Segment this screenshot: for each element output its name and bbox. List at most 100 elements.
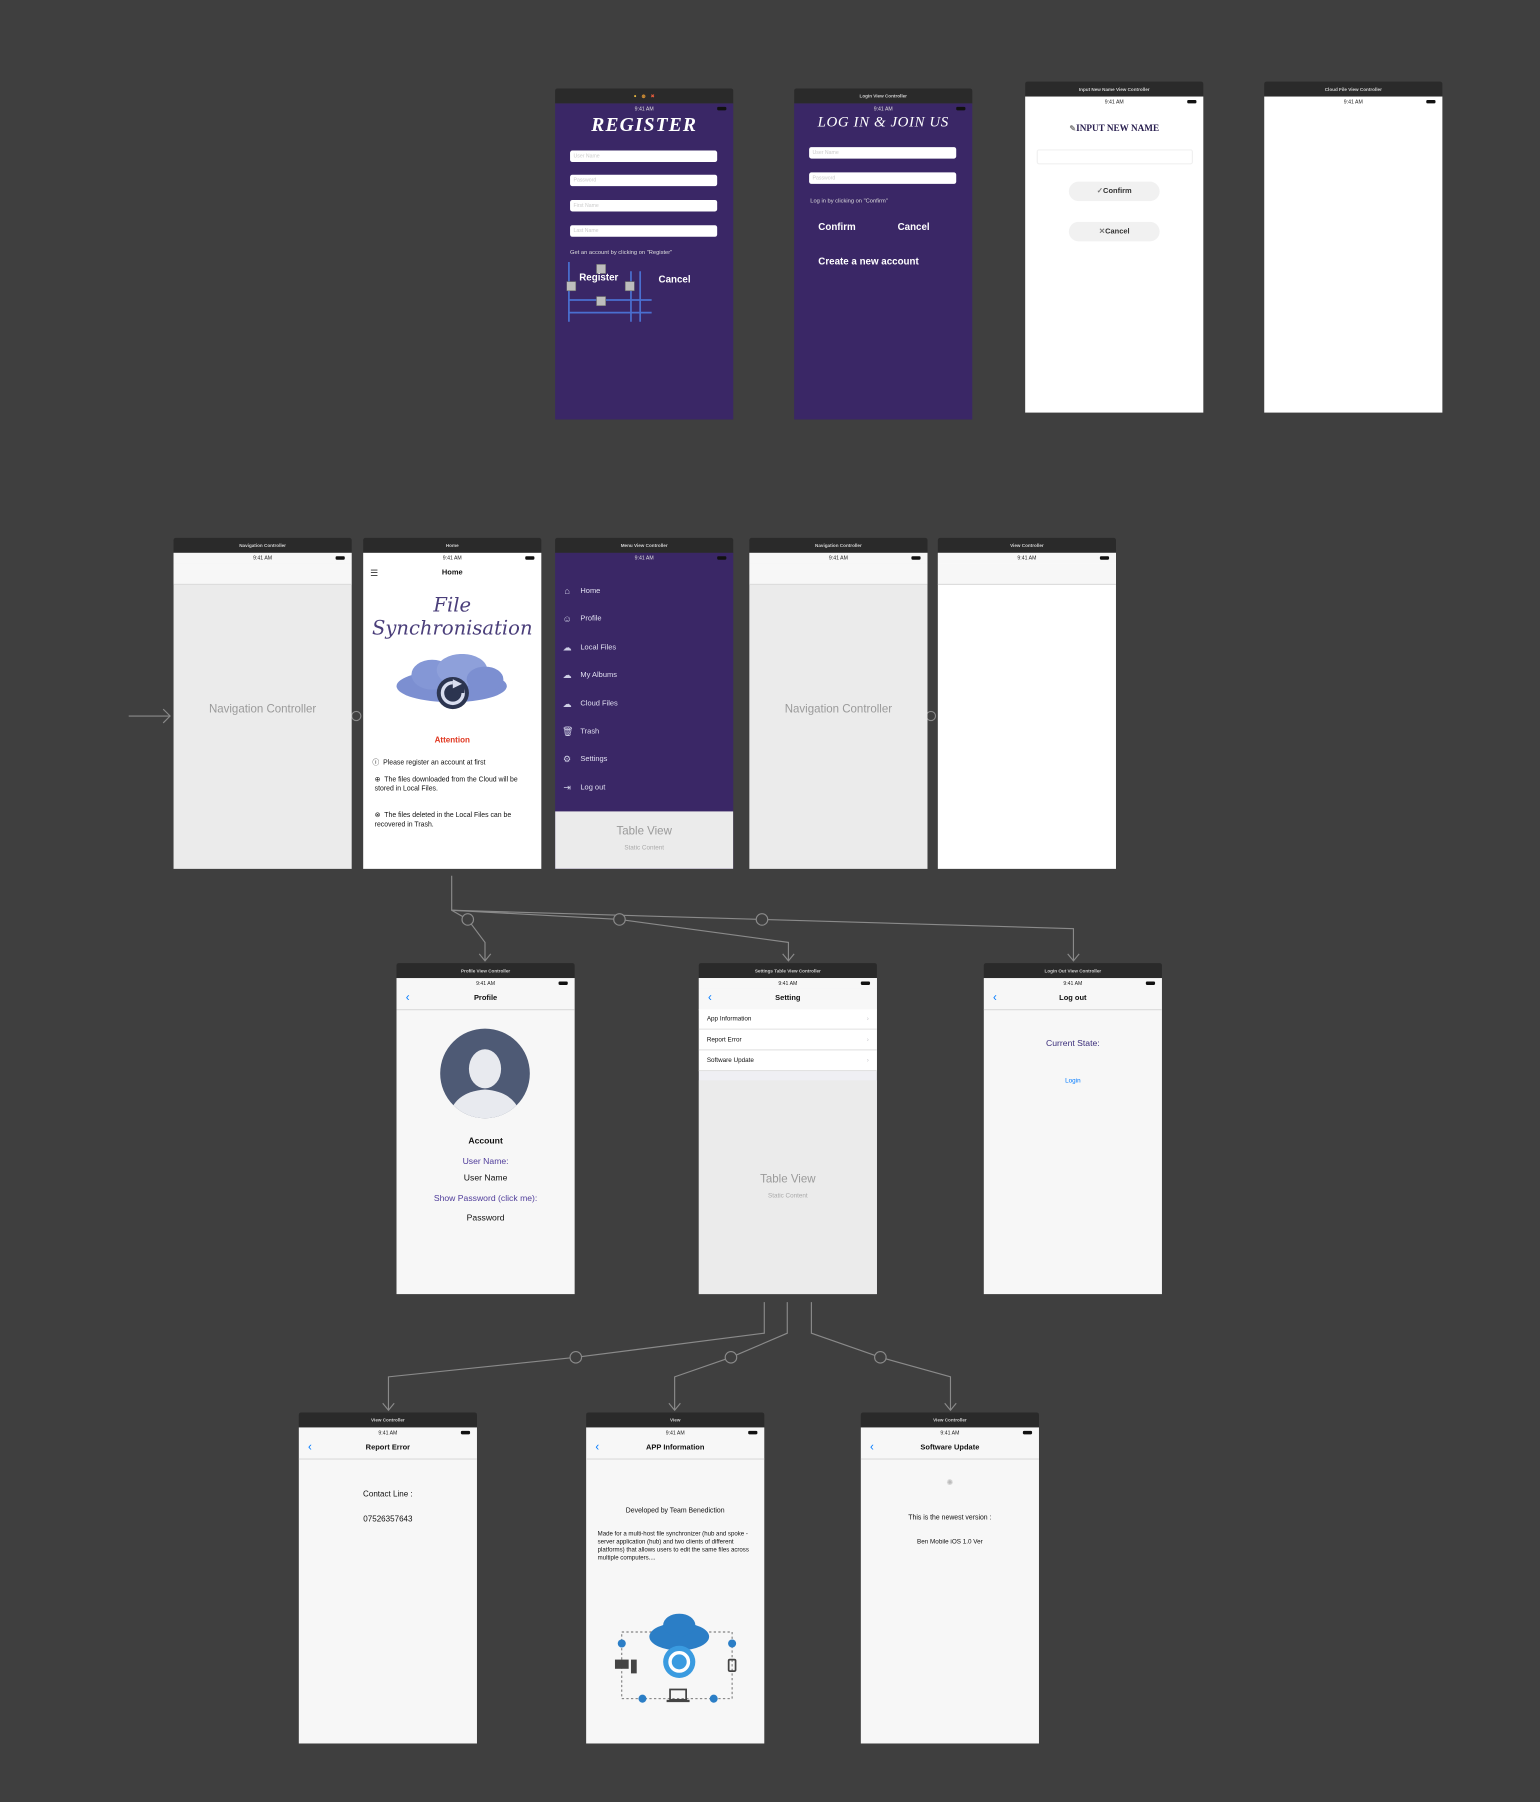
chevron-right-icon: › [866, 1057, 869, 1065]
back-chevron-icon[interactable]: ‹ [870, 1438, 874, 1459]
status-time: 9:41 AM [940, 1429, 960, 1436]
nav-bar [173, 563, 352, 585]
scene-title: View Controller [860, 1412, 1039, 1428]
battery-icon [525, 556, 535, 560]
back-chevron-icon[interactable]: ‹ [308, 1438, 312, 1459]
menu-item-profile[interactable]: ☺ Profile [562, 614, 601, 624]
status-time: 9:41 AM [1017, 555, 1037, 561]
menu-item-settings[interactable]: ⚙ Settings [562, 754, 607, 764]
menu-item-my-albums[interactable]: ☁ My Albums [562, 670, 617, 680]
password-field[interactable]: Password [809, 172, 957, 184]
developer-label: Developed by Team Benediction [625, 1507, 725, 1515]
menu-view-controller[interactable]: Menu View Controller 9:41 AM ⌂ Home ☺ Prof… [555, 537, 734, 869]
confirm-button[interactable]: Confirm [818, 221, 855, 232]
status-time: 9:41 AM [665, 1429, 685, 1436]
profile-screen: 9:41 AM ‹ Profile Account User Name: User… [396, 978, 575, 1295]
segue-icon [461, 913, 475, 926]
current-state-label: Current State: [1046, 1037, 1100, 1049]
new-name-field[interactable] [1036, 149, 1193, 165]
status-time: 9:41 AM [634, 555, 654, 561]
segue-icon [724, 1351, 738, 1364]
settings-row-app-information[interactable]: App Information › [698, 1009, 877, 1030]
menu-item-label: Cloud Files [580, 699, 618, 708]
view-controller-icon: ◍ [641, 93, 646, 99]
battery-icon [1022, 1430, 1033, 1435]
login-view-controller[interactable]: Login View Controller 9:41 AM LOG IN & J… [794, 88, 973, 420]
navigation-controller-2[interactable]: Navigation Controller 9:41 AM Navigation… [749, 537, 928, 869]
status-time: 9:41 AM [442, 555, 462, 561]
row-label: App Information [706, 1015, 752, 1023]
table-view-placeholder: Table View Static Content [698, 1080, 877, 1295]
register-button[interactable]: Register [579, 271, 618, 282]
note-register: Please register an account at first [383, 759, 486, 767]
static-content-label: Static Content [767, 1192, 808, 1200]
table-view-placeholder: Table View Static Content [555, 811, 734, 869]
row-label: Software Update [706, 1057, 754, 1065]
settings-row-software-update[interactable]: Software Update › [698, 1050, 877, 1072]
show-password-button[interactable]: Show Password (click me): [397, 1193, 575, 1203]
static-content-label: Static Content [624, 844, 665, 852]
home-view-controller[interactable]: Home 9:41 AM ☰ Home File Synchronisation … [363, 537, 542, 869]
app-description: Made for a multi-host file synchronizer … [597, 1530, 749, 1562]
battery-icon [956, 106, 966, 111]
nav-controller-label: Navigation Controller [208, 703, 317, 717]
scene-title: Navigation Controller [173, 537, 352, 553]
confirm-button[interactable]: ✓Confirm [1068, 181, 1160, 202]
cancel-button-label: Cancel [1105, 227, 1130, 236]
newest-version-label: This is the newest version : [908, 1514, 992, 1522]
status-time: 9:41 AM [1063, 980, 1083, 987]
app-information-view-controller[interactable]: View 9:41 AM ‹ APP Information Developed … [586, 1412, 765, 1744]
input-new-name-view-controller[interactable]: Input New Name View Controller 9:41 AM ✎… [1025, 81, 1204, 413]
battery-icon [558, 981, 568, 985]
logout-view-controller[interactable]: Login Out View Controller 9:41 AM ‹ Log o… [983, 963, 1162, 1295]
scene-title: View [586, 1412, 765, 1428]
scene-title: Profile View Controller [396, 963, 575, 979]
user-name-field[interactable]: User Name [809, 147, 957, 159]
software-update-view-controller[interactable]: View Controller 9:41 AM ‹ Software Update… [860, 1412, 1039, 1744]
attention-heading: Attention [434, 736, 470, 745]
login-link[interactable]: Login [984, 1078, 1162, 1085]
profile-view-controller[interactable]: Profile View Controller 9:41 AM ‹ Profile… [396, 963, 575, 1295]
menu-icon[interactable]: ☰ [370, 563, 378, 584]
view-controller-top[interactable]: View Controller 9:41 AM [937, 537, 1116, 869]
nav-controller-screen: 9:41 AM Navigation Controller [749, 552, 928, 869]
cancel-button[interactable]: Cancel [659, 274, 691, 285]
first-name-field[interactable]: First Name [570, 199, 718, 212]
segue-icon [613, 913, 626, 926]
battery-icon [1187, 99, 1197, 104]
settings-table-view-controller[interactable]: Settings Table View Controller 9:41 AM ‹… [698, 963, 877, 1295]
nav-title: Log out [1059, 994, 1087, 1003]
navigation-controller-1[interactable]: Navigation Controller 9:41 AM Navigation… [173, 537, 352, 869]
back-chevron-icon[interactable]: ‹ [595, 1438, 599, 1459]
menu-item-log-out[interactable]: ⇥ Log out [562, 783, 605, 793]
login-hint: Log in by clicking on "Confirm" [810, 197, 888, 205]
cancel-button[interactable]: Cancel [898, 221, 930, 232]
login-title: LOG IN & JOIN US [817, 112, 949, 130]
menu-item-trash[interactable]: 🗑 Trash [562, 726, 599, 736]
logout-icon: ⇥ [563, 782, 572, 794]
password-field[interactable]: Password [570, 174, 718, 187]
status-time: 9:41 AM [1104, 98, 1124, 105]
cloud-file-view-controller[interactable]: Cloud File View Controller 9:41 AM [1264, 81, 1443, 413]
scene-title: Login Out View Controller [983, 963, 1162, 979]
menu-item-local-files[interactable]: ☁ Local Files [562, 642, 617, 652]
note-trash: The files deleted in the Local Files can… [374, 812, 512, 829]
back-chevron-icon[interactable]: ‹ [708, 988, 712, 1009]
create-account-button[interactable]: Create a new account [818, 255, 918, 266]
last-name-field[interactable]: Last Name [570, 225, 718, 237]
trash-info-icon: ⊗ [374, 812, 381, 820]
report-error-view-controller[interactable]: View Controller 9:41 AM ‹ Report Error Co… [298, 1412, 477, 1744]
menu-item-cloud-files[interactable]: ☁ Cloud Files [562, 699, 618, 709]
register-view-controller[interactable]: ● ◍ ✖ 9:41 AM REGISTER User Name Passwor… [555, 88, 734, 420]
cancel-button[interactable]: ✕Cancel [1068, 221, 1160, 242]
scene-title: Navigation Controller [749, 537, 928, 553]
user-name-field[interactable]: User Name [570, 150, 718, 163]
nav-title: APP Information [646, 1443, 705, 1452]
back-chevron-icon[interactable]: ‹ [993, 988, 997, 1009]
menu-item-home[interactable]: ⌂ Home [562, 586, 600, 596]
chevron-right-icon: › [866, 1036, 869, 1044]
login-screen: 9:41 AM LOG IN & JOIN US User Name Passw… [794, 103, 973, 420]
status-time: 9:41 AM [1343, 98, 1363, 105]
settings-row-report-error[interactable]: Report Error › [698, 1029, 877, 1051]
back-chevron-icon[interactable]: ‹ [406, 988, 410, 1009]
